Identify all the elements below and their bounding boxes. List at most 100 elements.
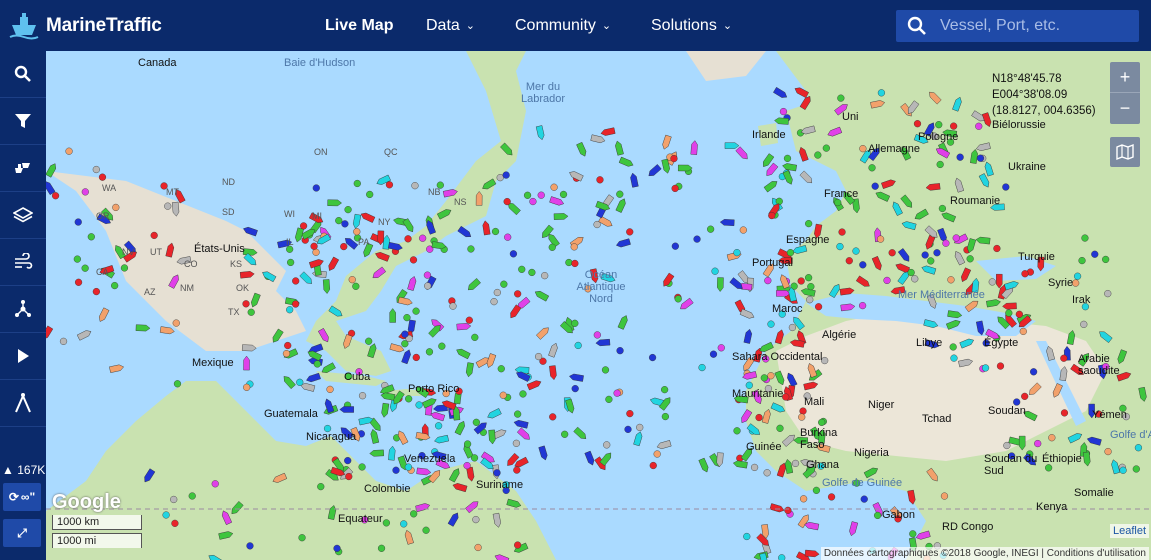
vessel-marker-644[interactable] xyxy=(1005,309,1013,317)
vessel-marker-252[interactable] xyxy=(561,430,569,438)
vessel-marker-289[interactable] xyxy=(636,423,644,432)
vessel-marker-319[interactable] xyxy=(435,422,443,430)
vessel-marker-260[interactable] xyxy=(626,410,634,418)
vessel-marker-54[interactable] xyxy=(247,308,255,316)
vessel-marker-552[interactable] xyxy=(845,257,853,265)
vessel-marker-370[interactable] xyxy=(529,197,537,206)
vessel-marker-460[interactable] xyxy=(814,303,823,311)
sidebar-fleet-button[interactable] xyxy=(0,145,46,192)
zoom-in-button[interactable]: + xyxy=(1110,62,1140,93)
vessel-marker-740[interactable] xyxy=(860,495,868,503)
vessel-marker-263[interactable] xyxy=(514,290,522,298)
vessel-marker-70[interactable] xyxy=(286,306,294,314)
vessel-marker-681[interactable] xyxy=(1060,354,1068,362)
sidebar-network-button[interactable] xyxy=(0,286,46,333)
vessel-marker-335[interactable] xyxy=(493,288,501,297)
vessel-marker-249[interactable] xyxy=(412,307,420,315)
vessel-marker-425[interactable] xyxy=(733,427,741,435)
vessel-marker-245[interactable] xyxy=(465,316,473,324)
vessel-marker-713[interactable] xyxy=(472,515,480,524)
vessel-marker-648[interactable] xyxy=(1073,272,1082,280)
vessel-marker-539[interactable] xyxy=(859,145,867,153)
leaflet-link[interactable]: Leaflet xyxy=(1109,524,1149,538)
vessel-marker-101[interactable] xyxy=(313,360,321,368)
vessel-marker-698[interactable] xyxy=(298,534,306,542)
vessel-marker-546[interactable] xyxy=(921,251,929,259)
vessel-marker-320[interactable] xyxy=(649,461,657,470)
vessel-marker-265[interactable] xyxy=(423,271,432,279)
vessel-marker-351[interactable] xyxy=(537,191,545,199)
sidebar-weather-button[interactable] xyxy=(0,239,46,286)
sidebar-measure-button[interactable] xyxy=(0,380,46,427)
vessel-marker-390[interactable] xyxy=(550,183,558,191)
vessel-marker-30[interactable] xyxy=(98,173,107,181)
vessel-marker-561[interactable] xyxy=(852,247,860,255)
vessel-marker-284[interactable] xyxy=(571,385,579,393)
vessel-marker-259[interactable] xyxy=(497,365,505,373)
vessel-marker-682[interactable] xyxy=(1104,447,1112,456)
vessel-marker-703[interactable] xyxy=(211,480,219,488)
vessel-marker-576[interactable] xyxy=(942,239,950,247)
vessel-marker-204[interactable] xyxy=(493,469,501,477)
zoom-out-button[interactable]: − xyxy=(1110,93,1140,123)
vessel-marker-500[interactable] xyxy=(797,277,805,285)
vessel-marker-634[interactable] xyxy=(1080,320,1088,328)
vessel-marker-347[interactable] xyxy=(565,258,573,267)
vessel-marker-525[interactable] xyxy=(834,198,842,207)
vessel-marker-374[interactable] xyxy=(693,235,701,243)
vessel-marker-706[interactable] xyxy=(246,542,254,550)
vessel-marker-151[interactable] xyxy=(411,182,419,190)
vessel-marker-78[interactable] xyxy=(296,378,304,386)
vessel-marker-107[interactable] xyxy=(401,330,409,338)
vessel-marker-5[interactable] xyxy=(173,380,182,388)
vessel-marker-768[interactable] xyxy=(784,506,792,514)
vessel-marker-601[interactable] xyxy=(1081,234,1089,242)
vessel-marker-643[interactable] xyxy=(1072,279,1080,287)
vessel-marker-124[interactable] xyxy=(344,206,352,214)
vessel-marker-585[interactable] xyxy=(805,220,813,228)
vessel-marker-9[interactable] xyxy=(150,231,158,240)
search-box[interactable] xyxy=(896,10,1139,42)
vessel-marker-558[interactable] xyxy=(947,276,955,284)
vessel-marker-543[interactable] xyxy=(1002,183,1010,191)
vessel-marker-642[interactable] xyxy=(1091,250,1099,258)
vessel-marker-743[interactable] xyxy=(909,530,917,538)
vessel-marker-764[interactable] xyxy=(827,493,836,501)
vessel-marker-458[interactable] xyxy=(760,374,768,382)
vessel-marker-117[interactable] xyxy=(310,242,318,250)
vessel-marker-621[interactable] xyxy=(981,364,990,372)
vessel-marker-625[interactable] xyxy=(996,362,1005,370)
vessel-marker-514[interactable] xyxy=(822,144,830,152)
vessel-marker-392[interactable] xyxy=(671,184,679,193)
vessel-marker-119[interactable] xyxy=(292,300,300,308)
vessel-marker-459[interactable] xyxy=(776,424,784,432)
vessel-marker-482[interactable] xyxy=(859,261,867,269)
vessel-marker-258[interactable] xyxy=(549,413,557,421)
refresh-interval-button[interactable]: ⟳ ∞" xyxy=(3,483,41,511)
vessel-marker-256[interactable] xyxy=(711,267,719,275)
vessel-marker-517[interactable] xyxy=(775,197,783,205)
vessel-marker-270[interactable] xyxy=(709,350,718,358)
vessel-marker-710[interactable] xyxy=(162,511,170,519)
vessel-marker-338[interactable] xyxy=(425,348,434,356)
vessel-marker-451[interactable] xyxy=(755,413,763,422)
vessel-marker-276[interactable] xyxy=(519,390,527,398)
vessel-marker-195[interactable] xyxy=(470,454,479,462)
vessel-marker-314[interactable] xyxy=(449,302,457,310)
vessel-marker-677[interactable] xyxy=(1119,466,1127,474)
vessel-marker-685[interactable] xyxy=(1003,441,1011,450)
vessel-marker-310[interactable] xyxy=(603,441,611,449)
vessel-marker-139[interactable] xyxy=(340,242,348,251)
vessel-marker-596[interactable] xyxy=(768,211,776,220)
vessel-marker-762[interactable] xyxy=(874,511,882,520)
vessel-marker-99[interactable] xyxy=(243,383,251,391)
vessel-marker-691[interactable] xyxy=(171,519,179,527)
nav-live-map[interactable]: Live Map xyxy=(325,0,393,51)
vessel-marker-212[interactable] xyxy=(464,440,472,448)
vessel-marker-471[interactable] xyxy=(933,249,941,257)
vessel-marker-541[interactable] xyxy=(976,154,985,162)
vessel-marker-522[interactable] xyxy=(913,120,922,128)
vessel-marker-395[interactable] xyxy=(593,220,601,229)
marinetraffic-logo[interactable]: MarineTraffic xyxy=(8,11,162,41)
vessel-marker-534[interactable] xyxy=(838,228,846,236)
